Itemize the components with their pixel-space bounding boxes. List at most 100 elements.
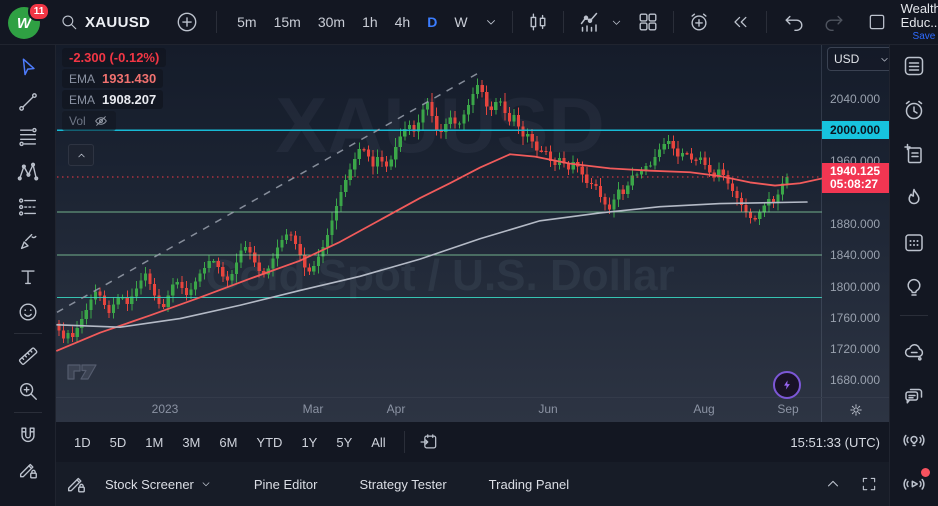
price-scale[interactable]: USD 2040.0001960.0001880.0001840.0001800… [821, 44, 890, 398]
app-logo[interactable]: W 11 [8, 4, 44, 40]
tool-xabcd-pattern[interactable] [6, 154, 50, 189]
timeframe-menu-button[interactable] [480, 11, 502, 33]
range-1d[interactable]: 1D [66, 431, 99, 454]
indicator-legend: EMA1931.430 EMA1908.207 [62, 69, 163, 111]
xabcd-pattern-icon [17, 161, 39, 183]
range-5d[interactable]: 5D [102, 431, 135, 454]
sidebar-watchlist[interactable] [890, 44, 938, 88]
chart-settings-corner[interactable] [821, 398, 890, 422]
sidebar-hotlists[interactable] [890, 176, 938, 220]
text-icon [17, 266, 39, 288]
symbol-change-row[interactable]: -2.300 (-0.12%) [62, 48, 166, 67]
clock-utc[interactable]: 15:51:33 (UTC) [790, 435, 880, 450]
chart-style-button[interactable] [523, 7, 553, 37]
timeframe-D[interactable]: D [427, 14, 437, 30]
timeframe-15m[interactable]: 15m [274, 14, 301, 30]
sidebar-live-streams[interactable] [890, 462, 938, 506]
tab-label: Stock Screener [105, 477, 194, 492]
tool-drawing-lock[interactable] [6, 452, 50, 487]
tab-strategy-tester[interactable]: Strategy Tester [359, 477, 446, 492]
go-to-date-button[interactable] [415, 428, 443, 456]
eye-hidden-icon[interactable] [93, 113, 109, 129]
tab-trading-panel[interactable]: Trading Panel [489, 477, 569, 492]
expand-panel-icon[interactable] [824, 475, 842, 493]
candles-icon [527, 11, 549, 33]
live-indicator-dot [921, 468, 930, 477]
tool-trend-line[interactable] [6, 84, 50, 119]
timeframe-W[interactable]: W [454, 14, 467, 30]
chevron-down-icon [200, 478, 212, 490]
range-5y[interactable]: 5Y [328, 431, 360, 454]
search-icon [60, 13, 78, 31]
symbol-search[interactable]: XAUUSD [60, 13, 150, 31]
tool-text[interactable] [6, 259, 50, 294]
tradingview-logo[interactable] [66, 359, 106, 390]
bottom-panel: Stock Screener Pine Editor Strategy Tester… [55, 462, 890, 506]
save-link[interactable]: Save [913, 31, 936, 42]
chevron-down-icon [484, 15, 498, 29]
save-layout-button[interactable] [863, 8, 891, 36]
tool-zoom-in[interactable] [6, 373, 50, 408]
divider [766, 11, 767, 33]
watchlist-icon [902, 54, 926, 78]
timeframe-5m[interactable]: 5m [237, 14, 256, 30]
tool-fib-retracement[interactable] [6, 119, 50, 154]
pencil-lock-icon [65, 473, 87, 495]
ema-legend-row[interactable]: EMA1908.207 [62, 90, 163, 109]
tool-cursor[interactable] [6, 49, 50, 84]
sidebar-ideas-stream[interactable] [890, 418, 938, 462]
candlestick-chart[interactable]: XAUUSDGold Spot / U.S. Dollar [55, 44, 822, 398]
chevron-up-icon [75, 149, 88, 162]
sidebar-minds[interactable] [890, 330, 938, 374]
tab-pine-editor[interactable]: Pine Editor [254, 477, 318, 492]
range-3m[interactable]: 3M [174, 431, 208, 454]
tool-long-position[interactable] [6, 189, 50, 224]
range-6m[interactable]: 6M [211, 431, 245, 454]
bar-replay-button[interactable] [726, 8, 754, 36]
undo-button[interactable] [779, 7, 809, 37]
range-1m[interactable]: 1M [137, 431, 171, 454]
replay-rewind-icon [730, 12, 750, 32]
instant-data-flash-button[interactable] [773, 371, 801, 399]
timeframe-1h[interactable]: 1h [362, 14, 378, 30]
time-label-Jun: Jun [538, 402, 557, 416]
compare-add-symbol-button[interactable] [172, 7, 202, 37]
volume-label: Vol [69, 114, 86, 128]
chart-area[interactable]: XAUUSDGold Spot / U.S. Dollar -2.300 (-0… [55, 44, 890, 422]
sidebar-notes[interactable] [890, 132, 938, 176]
divider [216, 11, 217, 33]
time-axis[interactable]: 2023MarAprJunAugSep [55, 397, 890, 422]
range-1y[interactable]: 1Y [293, 431, 325, 454]
tab-stock-screener[interactable]: Stock Screener [105, 477, 212, 492]
timeframe-4h[interactable]: 4h [395, 14, 411, 30]
create-alert-button[interactable] [684, 7, 714, 37]
layout-name-save[interactable]: Wealthy Educ... Save [901, 2, 938, 43]
indicators-menu-button[interactable] [606, 12, 627, 33]
trend-line-icon [17, 91, 39, 113]
ema-legend-row[interactable]: EMA1931.430 [62, 69, 163, 88]
tool-brush[interactable] [6, 224, 50, 259]
sidebar-alerts[interactable] [890, 88, 938, 132]
tool-magnet[interactable] [6, 417, 50, 452]
emoji-icon [17, 301, 39, 323]
sidebar-ideas[interactable] [890, 265, 938, 309]
redo-button[interactable] [819, 7, 849, 37]
timeframe-row: 5m 15m 30m 1h 4h D W [237, 14, 467, 30]
sidebar-calendar[interactable] [890, 220, 938, 264]
tool-ruler[interactable] [6, 338, 50, 373]
tool-emoji[interactable] [6, 294, 50, 329]
timeframe-30m[interactable]: 30m [318, 14, 345, 30]
range-ytd[interactable]: YTD [248, 431, 290, 454]
zoom-in-icon [17, 380, 39, 402]
legend-collapse-button[interactable] [68, 144, 94, 166]
sidebar-chat[interactable] [890, 374, 938, 418]
grid-layout-icon [637, 11, 659, 33]
multichart-layout-button[interactable] [633, 7, 663, 37]
fullscreen-icon[interactable] [860, 475, 878, 493]
lightning-bolt-icon [780, 378, 794, 392]
currency-selector[interactable]: USD [827, 47, 897, 71]
panel-drawing-lock-button[interactable] [61, 469, 91, 499]
indicators-button[interactable] [574, 6, 606, 38]
volume-legend-row[interactable]: Vol [62, 111, 116, 131]
range-all[interactable]: All [363, 431, 393, 454]
